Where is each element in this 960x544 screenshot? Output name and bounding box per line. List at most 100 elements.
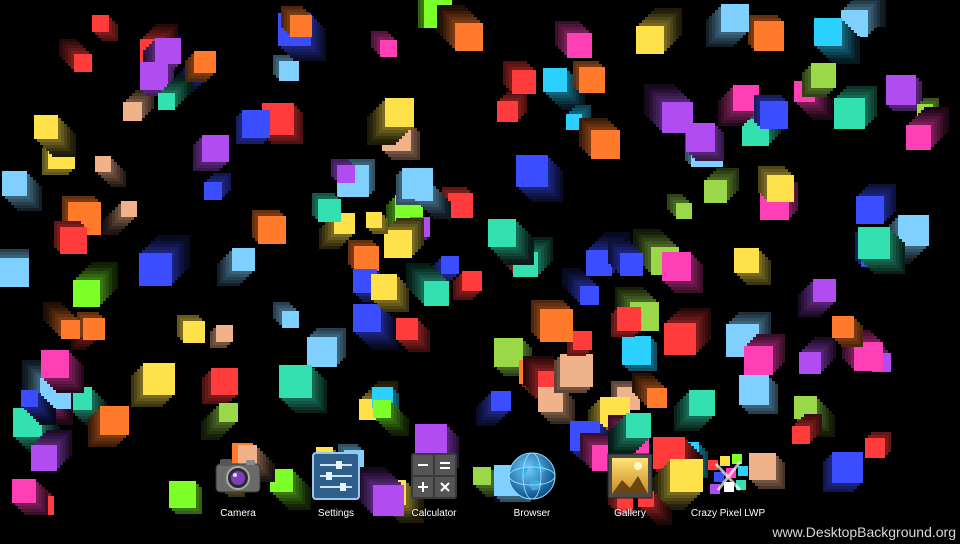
pixel-cube [647, 388, 667, 408]
pixel-cube [664, 323, 696, 355]
pixel-cube [767, 175, 794, 202]
pixel-cube [140, 62, 168, 90]
pixel-cube [497, 101, 518, 122]
pixel-cube [448, 193, 473, 218]
watermark-text: www.DesktopBackground.org [772, 524, 956, 540]
pixel-cube [282, 311, 299, 328]
pixel-cube [61, 320, 80, 339]
pixel-cube [34, 115, 58, 139]
pixel-cube [353, 304, 381, 332]
pixel-cube [73, 280, 100, 307]
pixel-cube [744, 346, 773, 375]
pixel-cube [734, 248, 759, 273]
pixel-cube [811, 63, 836, 88]
pixel-cube [760, 101, 788, 129]
pixel-cube [216, 325, 233, 342]
pixel-cube [689, 390, 715, 416]
pixel-cube [636, 26, 664, 54]
pixel-cube [858, 227, 890, 259]
pixel-cube [540, 309, 573, 342]
pixel-cube [123, 102, 142, 121]
app-label: Browser [513, 508, 551, 519]
pixel-cube [183, 321, 205, 343]
pixel-cube [814, 18, 842, 46]
app-label: Calculator [411, 508, 457, 519]
pixel-cube [620, 253, 643, 276]
pixel-cube [31, 445, 57, 471]
pixel-cube [74, 54, 92, 72]
pixel-cube [242, 110, 270, 138]
pixel-cube [307, 337, 337, 367]
pixel-cube [906, 125, 931, 150]
pixel-cube [543, 68, 567, 92]
pixel-cube [792, 426, 810, 444]
crazy-pixel-icon [702, 450, 754, 502]
app-label: Camera [220, 508, 256, 519]
pixel-cube [626, 413, 651, 438]
pixel-cube [662, 102, 693, 133]
pixel-cube [380, 40, 397, 57]
gallery-app[interactable]: Gallery [582, 450, 678, 524]
pixel-cube [834, 98, 865, 129]
calculator-icon [408, 450, 460, 502]
pixel-cube [373, 400, 391, 418]
pixel-cube [318, 199, 341, 222]
pixel-cube [617, 307, 641, 331]
pixel-cube [662, 252, 691, 281]
pixel-cube [455, 23, 483, 51]
pixel-cube [567, 33, 592, 58]
pixel-cube [622, 336, 651, 365]
pixel-cube [385, 98, 414, 127]
pixel-cube [488, 219, 516, 247]
calculator-app[interactable]: Calculator [386, 450, 482, 524]
pixel-cube [591, 130, 620, 159]
camera-app[interactable]: Camera [190, 450, 286, 524]
pixel-cube [676, 203, 692, 219]
pixel-cube [856, 196, 884, 224]
pixel-cube [41, 350, 69, 378]
pixel-cube [279, 61, 299, 81]
pixel-cube [580, 286, 599, 305]
pixel-cube [155, 38, 181, 64]
pixel-cube [95, 156, 111, 172]
pixel-cube [396, 318, 418, 340]
pixel-cube [813, 279, 836, 302]
pixel-cube [366, 212, 382, 228]
app-label: Settings [317, 508, 355, 519]
pixel-cube [337, 165, 355, 183]
app-label: Crazy Pixel LWP [690, 508, 766, 519]
pixel-cube [2, 171, 27, 196]
pixel-cube [462, 271, 482, 291]
pixel-cube [579, 67, 605, 93]
pixel-cube [21, 390, 38, 407]
browser-app[interactable]: Browser [484, 450, 580, 524]
pixel-cube [491, 391, 511, 411]
pixel-cube [832, 452, 863, 483]
app-dock: Camera Settings Calculator Browser Galle… [190, 450, 790, 524]
pixel-cube [60, 227, 87, 254]
pixel-cube [12, 479, 36, 503]
pixel-cube [92, 15, 109, 32]
app-label: Gallery [614, 508, 646, 519]
pixel-cube [202, 135, 229, 162]
pixel-cube [415, 183, 433, 201]
pixel-cube [258, 216, 286, 244]
pixel-cube [560, 354, 593, 387]
pixel-cube [704, 180, 727, 203]
pixel-cube [886, 75, 916, 105]
pixel-cube [721, 4, 749, 32]
settings-app[interactable]: Settings [288, 450, 384, 524]
pixel-cube [0, 258, 29, 287]
pixel-cube [279, 365, 312, 398]
pixel-cube [204, 182, 222, 200]
crazy-pixel-lwp-app[interactable]: Crazy Pixel LWP [680, 450, 776, 524]
pixel-cube [143, 363, 175, 395]
pixel-cube [424, 281, 449, 306]
pixel-cube [232, 248, 255, 271]
pixel-cube [354, 246, 379, 271]
pixel-cube [573, 331, 592, 350]
pixel-cube [516, 155, 548, 187]
pixel-cube [290, 15, 312, 37]
pixel-cube [139, 253, 172, 286]
gallery-picture-icon [604, 450, 656, 502]
